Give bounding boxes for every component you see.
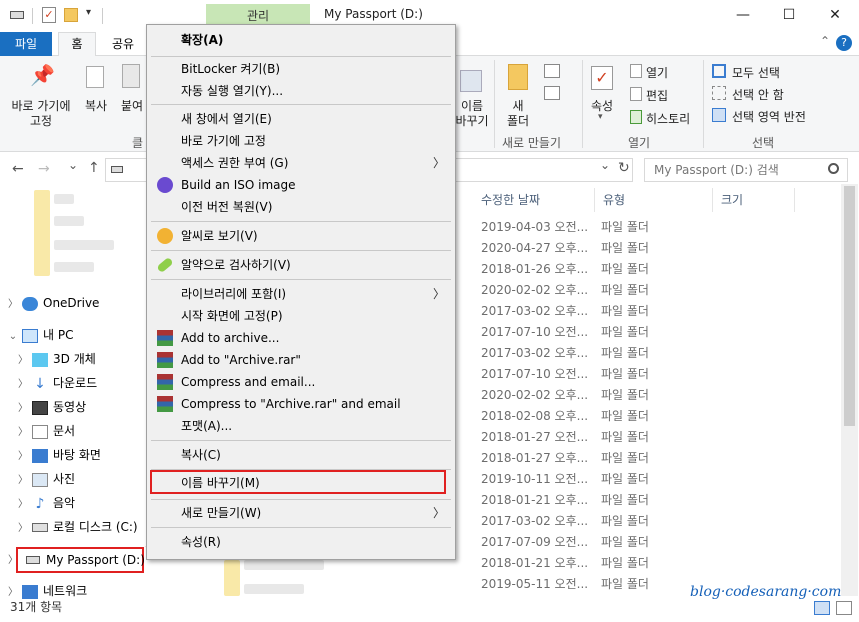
menu-separator xyxy=(151,104,451,105)
menu-item-give-access[interactable]: 액세스 권한 부여 (G) 〉 xyxy=(147,152,455,174)
menu-item-compress-rar-email[interactable]: Compress to "Archive.rar" and email xyxy=(147,393,455,415)
submenu-arrow-icon: 〉 xyxy=(432,156,445,170)
submenu-arrow-icon: 〉 xyxy=(432,506,445,520)
menu-separator xyxy=(151,56,451,57)
pill-icon xyxy=(156,256,174,274)
menu-item-bitlocker[interactable]: BitLocker 켜기(B) xyxy=(147,58,455,80)
menu-item-compress-email[interactable]: Compress and email... xyxy=(147,371,455,393)
menu-item-library[interactable]: 라이브러리에 포함(I) 〉 xyxy=(147,283,455,305)
menu-item-label: 알약으로 검사하기(V) xyxy=(181,258,291,272)
menu-item-label: 액세스 권한 부여 (G) xyxy=(181,156,289,170)
menu-item-properties[interactable]: 속성(R) xyxy=(147,531,455,553)
menu-item-open-new-window[interactable]: 새 창에서 열기(E) xyxy=(147,108,455,130)
menu-item-label: Build an ISO image xyxy=(181,178,296,192)
winrar-icon xyxy=(157,374,173,390)
menu-separator xyxy=(151,440,451,441)
menu-item-pin-quick[interactable]: 바로 가기에 고정 xyxy=(147,130,455,152)
menu-item-label: Compress to "Archive.rar" and email xyxy=(181,397,401,411)
menu-separator xyxy=(151,221,451,222)
menu-item-label: 라이브러리에 포함(I) xyxy=(181,287,287,301)
menu-item-copy[interactable]: 복사(C) xyxy=(147,444,455,466)
menu-item-build-iso[interactable]: Build an ISO image xyxy=(147,174,455,196)
menu-item-add-archive[interactable]: Add to archive... xyxy=(147,327,455,349)
menu-item-label: 새로 만들기(W) xyxy=(181,506,262,520)
large-icons-view-icon[interactable] xyxy=(836,601,852,615)
watermark: blog·codesarang·com xyxy=(690,584,842,600)
winrar-icon xyxy=(157,352,173,368)
menu-separator xyxy=(151,279,451,280)
menu-separator xyxy=(151,499,451,500)
winrar-icon xyxy=(157,396,173,412)
menu-item-autoplay[interactable]: 자동 실행 열기(Y)... xyxy=(147,80,455,102)
details-view-icon[interactable] xyxy=(814,601,830,615)
iso-icon xyxy=(157,177,173,193)
submenu-arrow-icon: 〉 xyxy=(432,287,445,301)
menu-item-label: 알씨로 보기(V) xyxy=(181,229,258,243)
menu-item-pin-start[interactable]: 시작 화면에 고정(P) xyxy=(147,305,455,327)
scrollbar-thumb[interactable] xyxy=(844,186,855,426)
menu-item-new[interactable]: 새로 만들기(W) 〉 xyxy=(147,502,455,524)
menu-item-format[interactable]: 포맷(A)... xyxy=(147,415,455,437)
menu-item-label: Add to "Archive.rar" xyxy=(181,353,301,367)
menu-separator xyxy=(151,527,451,528)
menu-item-alsee[interactable]: 알씨로 보기(V) xyxy=(147,225,455,247)
winrar-icon xyxy=(157,330,173,346)
menu-item-add-rar[interactable]: Add to "Archive.rar" xyxy=(147,349,455,371)
rename-highlight xyxy=(150,470,446,494)
menu-separator xyxy=(151,250,451,251)
menu-item-label: Compress and email... xyxy=(181,375,316,389)
menu-item-alyac[interactable]: 알약으로 검사하기(V) xyxy=(147,254,455,276)
menu-item-expand[interactable]: 확장(A) xyxy=(147,29,455,51)
menu-item-label: Add to archive... xyxy=(181,331,280,345)
status-item-count: 31개 항목 xyxy=(10,600,63,614)
menu-item-restore[interactable]: 이전 버전 복원(V) xyxy=(147,196,455,218)
alsee-icon xyxy=(157,228,173,244)
